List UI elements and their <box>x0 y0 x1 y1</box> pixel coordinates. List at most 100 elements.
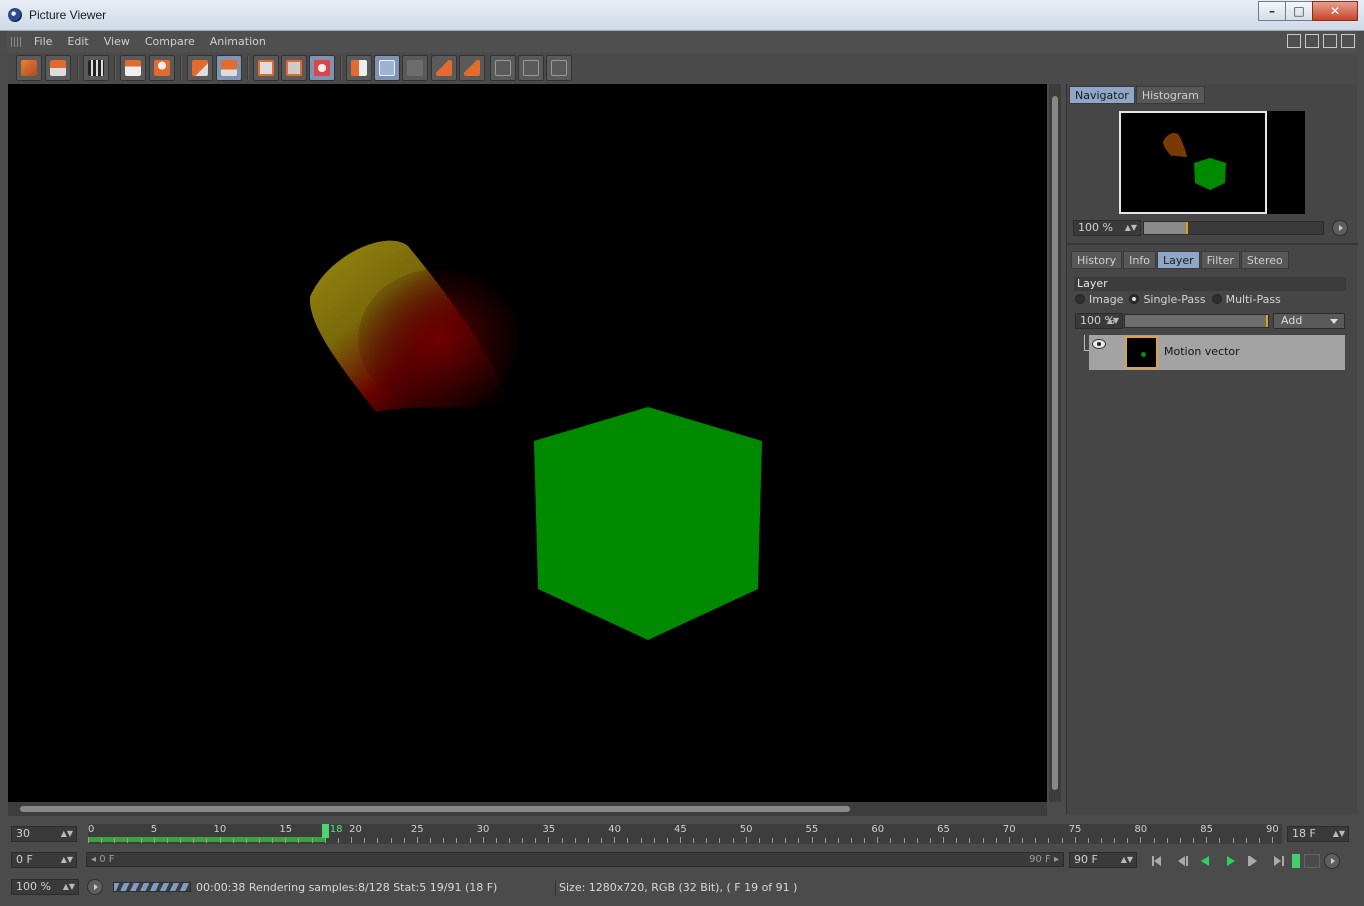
radio-image[interactable] <box>1075 294 1085 304</box>
frame-ruler[interactable]: 0 5 10 15 20 25 30 35 40 45 50 55 60 65 70 75 80 85 90 18 <box>88 824 1282 844</box>
go-to-start-icon[interactable] <box>1148 854 1168 868</box>
vertical-scroll-thumb[interactable] <box>1052 96 1058 790</box>
tab-filter[interactable]: Filter <box>1200 251 1240 269</box>
ruler-tick <box>1272 837 1273 843</box>
render-viewport[interactable] <box>8 84 1047 802</box>
tab-histogram[interactable]: Histogram <box>1135 86 1205 104</box>
navigator-menu-button[interactable] <box>1332 220 1348 236</box>
grip-icon[interactable] <box>11 37 23 47</box>
mode-single-pass-label: Single-Pass <box>1143 293 1206 306</box>
dock-icon[interactable] <box>1341 34 1355 48</box>
fps-field[interactable]: 30 ▲▼ <box>11 826 77 842</box>
status-play-button[interactable] <box>87 879 103 895</box>
grid-3-button[interactable] <box>546 55 572 81</box>
end-frame-field[interactable]: 90 F ▲▼ <box>1069 852 1137 868</box>
layer-opacity-slider[interactable] <box>1124 314 1269 328</box>
ruler-tick <box>495 838 497 843</box>
view-b-button[interactable] <box>281 55 307 81</box>
close-button[interactable]: ✕ <box>1312 1 1358 21</box>
set-b-button[interactable] <box>459 55 485 81</box>
start-frame-field[interactable]: 0 F ▲▼ <box>11 852 77 868</box>
filmstrip-button[interactable] <box>120 55 146 81</box>
ruler-tick <box>903 838 905 843</box>
radio-single-pass[interactable] <box>1129 294 1140 304</box>
layer-opacity-field[interactable]: 100 % ▲▼ <box>1075 313 1123 329</box>
view-a-button[interactable] <box>253 55 279 81</box>
ab-split-button[interactable] <box>346 55 372 81</box>
compare-icon <box>314 60 330 76</box>
open-button[interactable] <box>16 55 42 81</box>
ruler-tick <box>193 838 195 843</box>
navigator-view-frame[interactable] <box>1119 111 1267 214</box>
menu-compare[interactable]: Compare <box>145 35 195 48</box>
navigator-zoom-field[interactable]: 100 % ▲▼ <box>1073 220 1141 236</box>
playhead[interactable] <box>321 824 329 838</box>
spinner-icon[interactable]: ▲▼ <box>63 880 75 894</box>
mode-image[interactable]: Image <box>1075 293 1123 306</box>
preview-range-bar[interactable]: ◂ 0 F 90 F ▸ <box>86 852 1064 867</box>
navigator-zoom-slider[interactable] <box>1143 221 1324 235</box>
spinner-icon[interactable]: ▲▼ <box>1107 314 1119 328</box>
grid-1-button[interactable] <box>490 55 516 81</box>
save-button[interactable] <box>45 55 71 81</box>
spinner-icon[interactable]: ▲▼ <box>1121 853 1133 867</box>
window-controls: – □ ✕ <box>1258 1 1358 21</box>
play-forward-icon[interactable] <box>1220 854 1240 868</box>
tab-navigator[interactable]: Navigator <box>1069 86 1135 104</box>
vertical-scrollbar[interactable] <box>1049 84 1061 802</box>
spinner-icon[interactable]: ▲▼ <box>61 827 73 841</box>
previous-frame-icon[interactable] <box>1172 854 1192 868</box>
tab-layer[interactable]: Layer <box>1156 251 1200 269</box>
render-queue-icon <box>88 60 104 76</box>
move-panel-icon[interactable] <box>1323 34 1337 48</box>
render-queue-button[interactable] <box>83 55 109 81</box>
compare-button[interactable] <box>309 55 335 81</box>
menu-file[interactable]: File <box>34 35 52 48</box>
ruler-tick <box>811 837 813 843</box>
status-zoom-field[interactable]: 100 % ▲▼ <box>11 879 79 895</box>
ab-button[interactable] <box>374 55 400 81</box>
eye-icon[interactable] <box>1092 339 1106 349</box>
spinner-icon[interactable]: ▲▼ <box>1125 221 1137 235</box>
horizontal-scroll-thumb[interactable] <box>20 806 850 812</box>
copy-button[interactable] <box>187 55 213 81</box>
horizontal-scrollbar[interactable] <box>8 802 1047 816</box>
next-frame-icon[interactable] <box>1244 854 1264 868</box>
current-frame-value: 18 F <box>1292 827 1316 840</box>
minimize-button[interactable]: – <box>1258 1 1286 21</box>
tab-history[interactable]: History <box>1071 251 1123 269</box>
layer-row[interactable]: Motion vector <box>1089 335 1345 370</box>
tab-stereo[interactable]: Stereo <box>1240 251 1289 269</box>
layer-opacity-handle[interactable] <box>1266 315 1268 327</box>
radio-multi-pass[interactable] <box>1211 294 1222 304</box>
menu-animation[interactable]: Animation <box>210 35 266 48</box>
new-panel-icon[interactable] <box>1305 34 1319 48</box>
loop-icon[interactable] <box>1304 854 1320 868</box>
toolbar-separator <box>247 56 249 80</box>
menu-edit[interactable]: Edit <box>67 35 88 48</box>
record-frame-icon[interactable] <box>1292 854 1300 868</box>
spinner-icon[interactable]: ▲▼ <box>61 853 73 867</box>
ab-disabled-button[interactable] <box>402 55 428 81</box>
navigator-zoom-handle[interactable] <box>1185 222 1188 234</box>
add-layer-dropdown[interactable]: Add <box>1273 313 1345 329</box>
mode-single-pass[interactable]: Single-Pass <box>1129 293 1206 306</box>
go-to-end-icon[interactable] <box>1268 854 1288 868</box>
menu-view[interactable]: View <box>104 35 130 48</box>
layout-panel-icon[interactable] <box>1287 34 1301 48</box>
user-button[interactable] <box>149 55 175 81</box>
spinner-icon[interactable]: ▲▼ <box>1333 827 1345 841</box>
maximize-button[interactable]: □ <box>1285 1 1313 21</box>
navigator-thumbnail[interactable] <box>1119 111 1305 214</box>
set-a-button[interactable] <box>431 55 457 81</box>
current-frame-field[interactable]: 18 F ▲▼ <box>1287 826 1349 842</box>
play-backward-icon[interactable] <box>1196 854 1216 868</box>
status-zoom-value: 100 % <box>16 880 51 893</box>
tab-info[interactable]: Info <box>1123 251 1156 269</box>
timeline-menu-button[interactable] <box>1324 853 1340 869</box>
timeline: 30 ▲▼ 0 5 10 15 20 25 30 35 40 45 50 55 60 65 70 75 80 85 9… <box>8 818 1357 904</box>
layers-button[interactable] <box>216 55 242 81</box>
grid-2-button[interactable] <box>518 55 544 81</box>
mode-multi-pass[interactable]: Multi-Pass <box>1211 293 1281 306</box>
ruler-tick <box>1193 838 1195 843</box>
